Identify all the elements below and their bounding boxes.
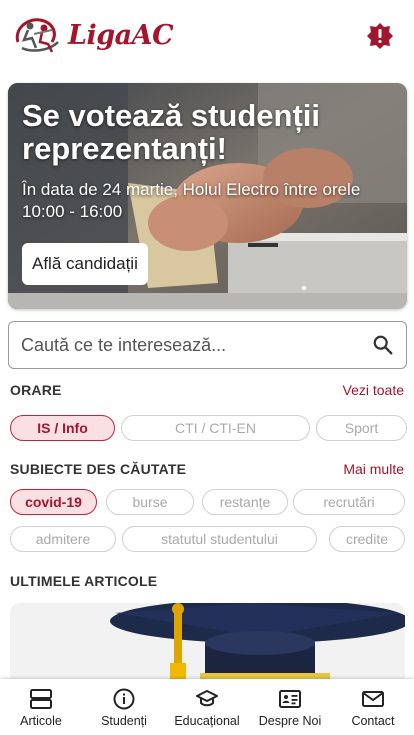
search-input[interactable]: [21, 322, 361, 368]
nav-label-despre-noi: Despre Noi: [258, 714, 322, 728]
articles-title: ULTIMELE ARTICOLE: [10, 573, 158, 589]
alert-octagon-icon: [367, 23, 393, 49]
chip-restante[interactable]: restanțe: [202, 489, 288, 515]
chip-statutul-studentului[interactable]: statutul studentului: [122, 526, 317, 552]
nav-item-contact[interactable]: Contact: [332, 679, 414, 735]
topics-title: SUBIECTE DES CĂUTATE: [10, 461, 187, 477]
nav-item-articole[interactable]: Articole: [0, 679, 82, 735]
nav-label-articole: Articole: [20, 714, 62, 728]
chip-sport[interactable]: Sport: [316, 415, 407, 441]
ligaac-logo[interactable]: LigaAC: [12, 12, 174, 58]
find-candidates-button[interactable]: Află candidații: [22, 243, 148, 285]
logo-text: LigaAC: [68, 20, 174, 51]
carousel-indicator: [302, 286, 306, 290]
chip-recrutari[interactable]: recrutări: [293, 489, 405, 515]
ligaac-logo-icon: [15, 18, 59, 53]
chip-is-info[interactable]: IS / Info: [10, 415, 115, 441]
nav-label-studenti: Studenți: [101, 714, 147, 728]
graduation-cap-icon: [196, 690, 218, 707]
chip-cti[interactable]: CTI / CTI-EN: [121, 415, 310, 441]
hero-subtitle: În data de 24 martie, Holul Electro într…: [22, 180, 361, 221]
search-icon[interactable]: [372, 334, 394, 356]
app-header: LigaAC: [0, 0, 414, 72]
view-all-schedules-link[interactable]: Vezi toate: [343, 382, 405, 398]
chip-burse[interactable]: burse: [106, 489, 194, 515]
nav-label-educational: Educațional: [174, 714, 240, 728]
nav-label-contact: Contact: [351, 714, 395, 728]
articles-icon: [30, 689, 52, 709]
id-card-icon: [279, 690, 301, 708]
info-icon: [113, 688, 135, 710]
bottom-navigation: Articole Studenți Educațional Despre Noi: [0, 679, 414, 735]
chip-covid-19[interactable]: covid-19: [10, 489, 97, 515]
alert-button[interactable]: [366, 22, 394, 50]
nav-item-educational[interactable]: Educațional: [166, 679, 248, 735]
hero-banner[interactable]: Se votează studenții reprezentanți! În d…: [8, 83, 407, 309]
chip-admitere[interactable]: admitere: [10, 526, 116, 552]
search-bar[interactable]: [8, 321, 407, 369]
nav-item-despre-noi[interactable]: Despre Noi: [249, 679, 331, 735]
chip-credite[interactable]: credite: [329, 526, 405, 552]
more-topics-link[interactable]: Mai multe: [343, 461, 404, 477]
schedules-title: ORARE: [10, 382, 62, 398]
hero-title: Se votează studenții reprezentanți!: [22, 98, 321, 166]
mail-icon: [362, 691, 384, 707]
nav-item-studenti[interactable]: Studenți: [83, 679, 165, 735]
